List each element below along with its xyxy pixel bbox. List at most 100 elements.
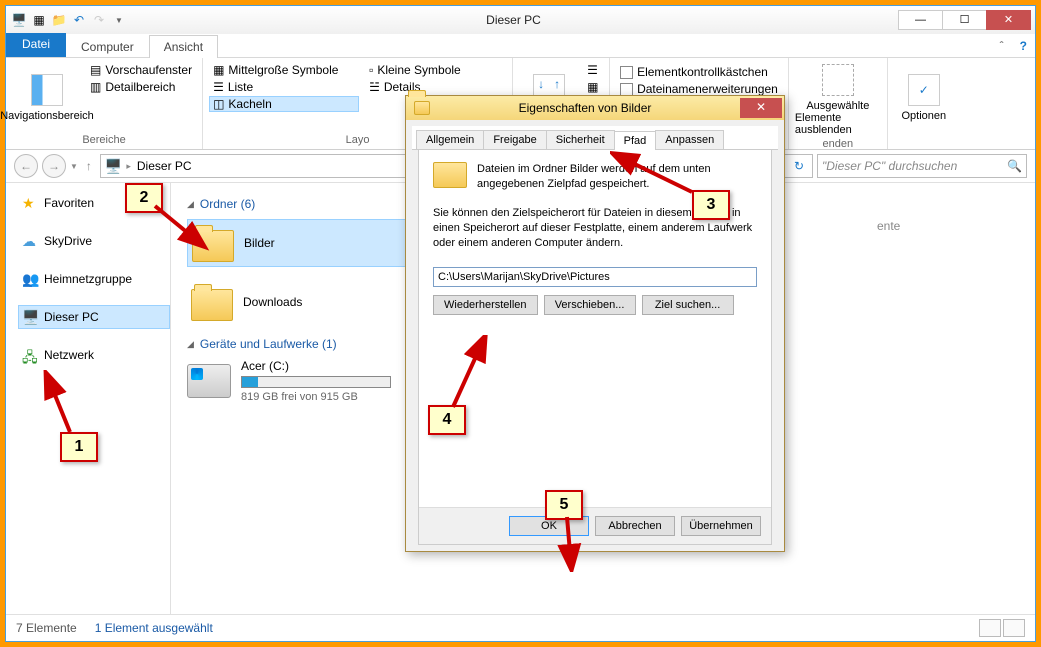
redo-icon[interactable]: ↷ <box>90 11 108 29</box>
folder-tile-bilder[interactable]: Bilder <box>187 219 417 267</box>
new-folder-icon[interactable]: 📁 <box>50 11 68 29</box>
app-icon: 🖥️ <box>10 11 28 29</box>
details-view-icon: ☱ <box>369 80 380 94</box>
group-label-panes: Bereiche <box>12 132 196 149</box>
hide-label2: Elemente ausblenden <box>795 112 881 136</box>
folder-tile-downloads[interactable]: Downloads <box>187 279 417 325</box>
dialog-close-button[interactable]: ✕ <box>740 98 782 118</box>
tab-freigabe[interactable]: Freigabe <box>483 130 546 149</box>
hide-icon <box>822 64 854 96</box>
group-icon: ☰ <box>587 63 598 77</box>
options-button[interactable]: ✓ Optionen <box>894 60 954 132</box>
view-details-button[interactable]: ☱Details <box>365 79 495 95</box>
quick-access-toolbar: 🖥️ ▦ 📁 ↶ ↷ ▼ <box>10 11 128 29</box>
collapse-icon: ◢ <box>187 339 194 350</box>
properties-icon[interactable]: ▦ <box>30 11 48 29</box>
dialog-titlebar: Eigenschaften von Bilder ✕ <box>406 96 784 120</box>
ribbon-group-options: ✓ Optionen <box>888 58 960 149</box>
callout-4: 4 <box>428 405 466 435</box>
file-tab[interactable]: Datei <box>6 33 66 57</box>
drive-capacity-bar <box>241 376 391 388</box>
find-target-button[interactable]: Ziel suchen... <box>642 295 734 315</box>
breadcrumb-thispc[interactable]: Dieser PC <box>135 159 194 173</box>
tab-allgemein[interactable]: Allgemein <box>416 130 484 149</box>
sidebar-item-homegroup[interactable]: 👥Heimnetzgruppe <box>18 267 170 291</box>
status-bar: 7 Elemente 1 Element ausgewählt <box>6 614 1035 641</box>
search-icon: 🔍 <box>1007 159 1022 173</box>
drive-label: Acer (C:) <box>241 359 391 373</box>
folder-label: Downloads <box>243 295 302 309</box>
medium-icon: ▦ <box>213 63 224 77</box>
path-input[interactable] <box>433 267 757 287</box>
checkbox-icon <box>620 83 633 96</box>
tiles-icon: ◫ <box>213 97 224 111</box>
sidebar-item-network[interactable]: 🖧Netzwerk <box>18 343 170 367</box>
callout-5: 5 <box>545 490 583 520</box>
window-controls: — ☐ ✕ <box>899 10 1031 30</box>
view-tiles-button[interactable]: ◫Kacheln <box>209 96 359 112</box>
folder-label: Bilder <box>244 236 275 250</box>
preview-icon: ▤ <box>90 63 101 77</box>
cloud-icon: ☁ <box>22 233 38 249</box>
tab-computer[interactable]: Computer <box>66 35 149 58</box>
tab-pfad[interactable]: Pfad <box>614 131 657 150</box>
cut-item-label: ente <box>877 219 900 267</box>
search-input[interactable]: "Dieser PC" durchsuchen 🔍 <box>817 154 1027 178</box>
sidebar-item-thispc[interactable]: 🖥️Dieser PC <box>18 305 170 329</box>
options-label: Optionen <box>902 110 947 122</box>
ribbon-tab-strip: Datei Computer Ansicht ˆ ? <box>6 34 1035 58</box>
drive-icon <box>187 364 231 398</box>
item-checkboxes-toggle[interactable]: Elementkontrollkästchen <box>616 64 782 80</box>
pc-icon: 🖥️ <box>22 309 38 325</box>
ribbon-group-panes: Navigationsbereich ▤Vorschaufenster ▥Det… <box>6 58 203 149</box>
details-pane-button[interactable]: ▥Detailbereich <box>86 79 196 95</box>
chevron-right-icon[interactable]: ▸ <box>126 161 131 172</box>
add-columns-button[interactable]: ▦ <box>583 79 603 95</box>
minimize-button[interactable]: — <box>898 10 943 30</box>
star-icon: ★ <box>22 195 38 211</box>
preview-pane-button[interactable]: ▤Vorschaufenster <box>86 62 196 78</box>
group-by-button[interactable]: ☰ <box>583 62 603 78</box>
small-icon: ▫ <box>369 63 373 77</box>
view-thumbnails-button[interactable] <box>1003 619 1025 637</box>
forward-button[interactable]: → <box>42 154 66 178</box>
columns-icon: ▦ <box>587 80 598 94</box>
dialog-title: Eigenschaften von Bilder <box>436 101 734 115</box>
view-list-button[interactable]: ☰Liste <box>209 79 359 95</box>
hide-selected-button[interactable]: Ausgewählte Elemente ausblenden <box>795 60 881 136</box>
history-dropdown-icon[interactable]: ▼ <box>70 162 78 171</box>
ribbon-collapse-icon[interactable]: ˆ <box>992 35 1012 57</box>
status-selection: 1 Element ausgewählt <box>95 621 213 635</box>
maximize-button[interactable]: ☐ <box>942 10 987 30</box>
navigation-pane: ★Favoriten ☁SkyDrive 👥Heimnetzgruppe 🖥️D… <box>6 183 171 614</box>
restore-button[interactable]: Wiederherstellen <box>433 295 538 315</box>
pc-icon: 🖥️ <box>105 158 122 175</box>
up-button[interactable]: ↑ <box>82 159 96 173</box>
sidebar-item-skydrive[interactable]: ☁SkyDrive <box>18 229 170 253</box>
status-item-count: 7 Elemente <box>16 621 77 635</box>
apply-button[interactable]: Übernehmen <box>681 516 761 536</box>
list-icon: ☰ <box>213 80 224 94</box>
folder-icon <box>414 101 430 115</box>
undo-icon[interactable]: ↶ <box>70 11 88 29</box>
nav-pane-button[interactable]: Navigationsbereich <box>12 60 82 132</box>
cancel-button[interactable]: Abbrechen <box>595 516 675 536</box>
properties-dialog: Eigenschaften von Bilder ✕ Allgemein Fre… <box>405 95 785 552</box>
view-details-button[interactable] <box>979 619 1001 637</box>
tab-view[interactable]: Ansicht <box>149 35 218 58</box>
refresh-icon[interactable]: ↻ <box>790 159 808 173</box>
window-title: Dieser PC <box>128 13 899 27</box>
tab-anpassen[interactable]: Anpassen <box>655 130 724 149</box>
help-icon[interactable]: ? <box>1012 35 1035 57</box>
qat-dropdown-icon[interactable]: ▼ <box>110 11 128 29</box>
view-medium-button[interactable]: ▦Mittelgroße Symbole <box>209 62 359 78</box>
drive-free-label: 819 GB frei von 915 GB <box>241 391 391 403</box>
close-button[interactable]: ✕ <box>986 10 1031 30</box>
dialog-footer: OK Abbrechen Übernehmen <box>419 507 771 544</box>
checkbox-icon <box>620 66 633 79</box>
back-button[interactable]: ← <box>14 154 38 178</box>
tab-sicherheit[interactable]: Sicherheit <box>546 130 615 149</box>
view-small-button[interactable]: ▫Kleine Symbole <box>365 62 495 78</box>
move-button[interactable]: Verschieben... <box>544 295 636 315</box>
search-placeholder: "Dieser PC" durchsuchen <box>822 159 957 173</box>
